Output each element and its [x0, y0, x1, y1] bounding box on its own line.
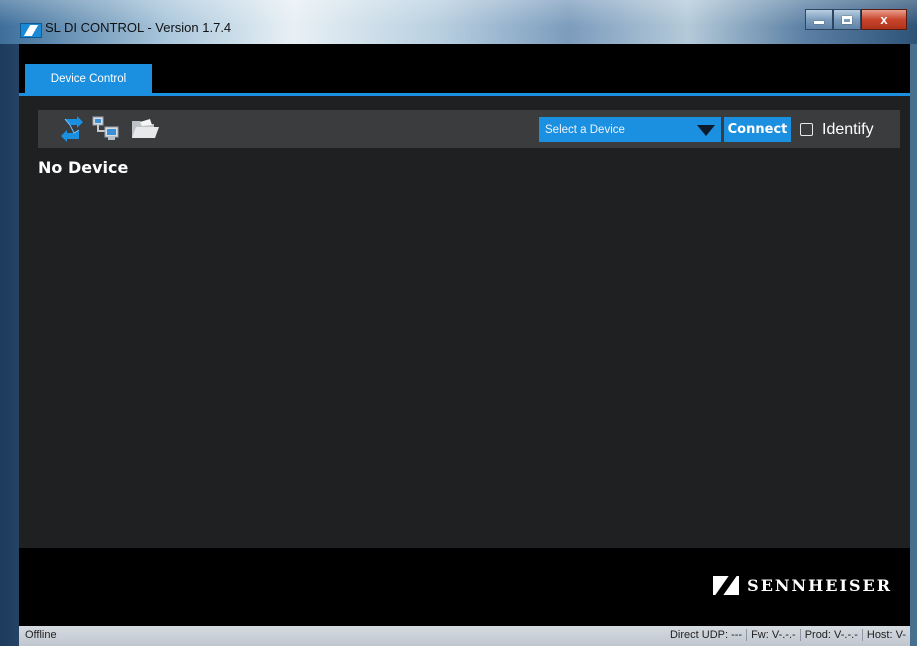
identify-checkbox[interactable]: Identify: [800, 117, 874, 142]
sennheiser-logo-icon: [713, 576, 740, 595]
device-select-dropdown[interactable]: Select a Device: [539, 117, 721, 142]
app-logo-icon: [20, 23, 42, 38]
main-panel: Select a Device Connect Identify No Devi…: [19, 96, 910, 548]
connect-button[interactable]: Connect: [724, 117, 791, 142]
app-window: SL DI CONTROL - Version 1.7.4 x Device C…: [0, 0, 917, 646]
status-info: Direct UDP: --- Fw: V-.-.- Prod: V-.-.- …: [666, 629, 910, 641]
checkbox-icon[interactable]: [800, 123, 813, 136]
brand-name: SENNHEISER: [747, 576, 892, 595]
status-direct-udp: Direct UDP: ---: [669, 629, 743, 641]
identify-label: Identify: [822, 120, 874, 138]
tab-strip: Device Control: [19, 44, 910, 96]
maximize-button[interactable]: [833, 9, 861, 30]
status-bar: Offline Direct UDP: --- Fw: V-.-.- Prod:…: [19, 626, 910, 646]
minimize-button[interactable]: [805, 9, 833, 30]
status-product: Prod: V-.-.-: [799, 629, 862, 641]
toolbar: Select a Device Connect Identify: [38, 110, 900, 148]
maximize-icon: [842, 15, 852, 24]
client-area: Device Control Select a Device Connect I…: [19, 44, 910, 626]
window-title: SL DI CONTROL - Version 1.7.4: [45, 20, 232, 35]
status-firmware: Fw: V-.-.-: [746, 629, 800, 641]
close-button[interactable]: x: [861, 9, 907, 30]
status-host: Host: V-: [861, 629, 910, 641]
dropdown-arrow-icon: [697, 125, 715, 136]
device-select-value: Select a Device: [545, 123, 625, 136]
connection-status: Offline: [25, 629, 57, 641]
title-bar[interactable]: SL DI CONTROL - Version 1.7.4 x: [0, 0, 917, 44]
sync-icon[interactable]: [61, 116, 83, 142]
brand-logo: SENNHEISER: [713, 576, 892, 595]
footer-bar: SENNHEISER: [19, 548, 910, 626]
folder-icon[interactable]: [130, 116, 160, 142]
window-controls: x: [805, 9, 907, 30]
tab-device-control[interactable]: Device Control: [25, 64, 152, 93]
close-icon: x: [880, 12, 888, 27]
no-device-message: No Device: [38, 158, 129, 177]
network-icon[interactable]: [92, 116, 120, 142]
minimize-icon: [814, 21, 824, 24]
